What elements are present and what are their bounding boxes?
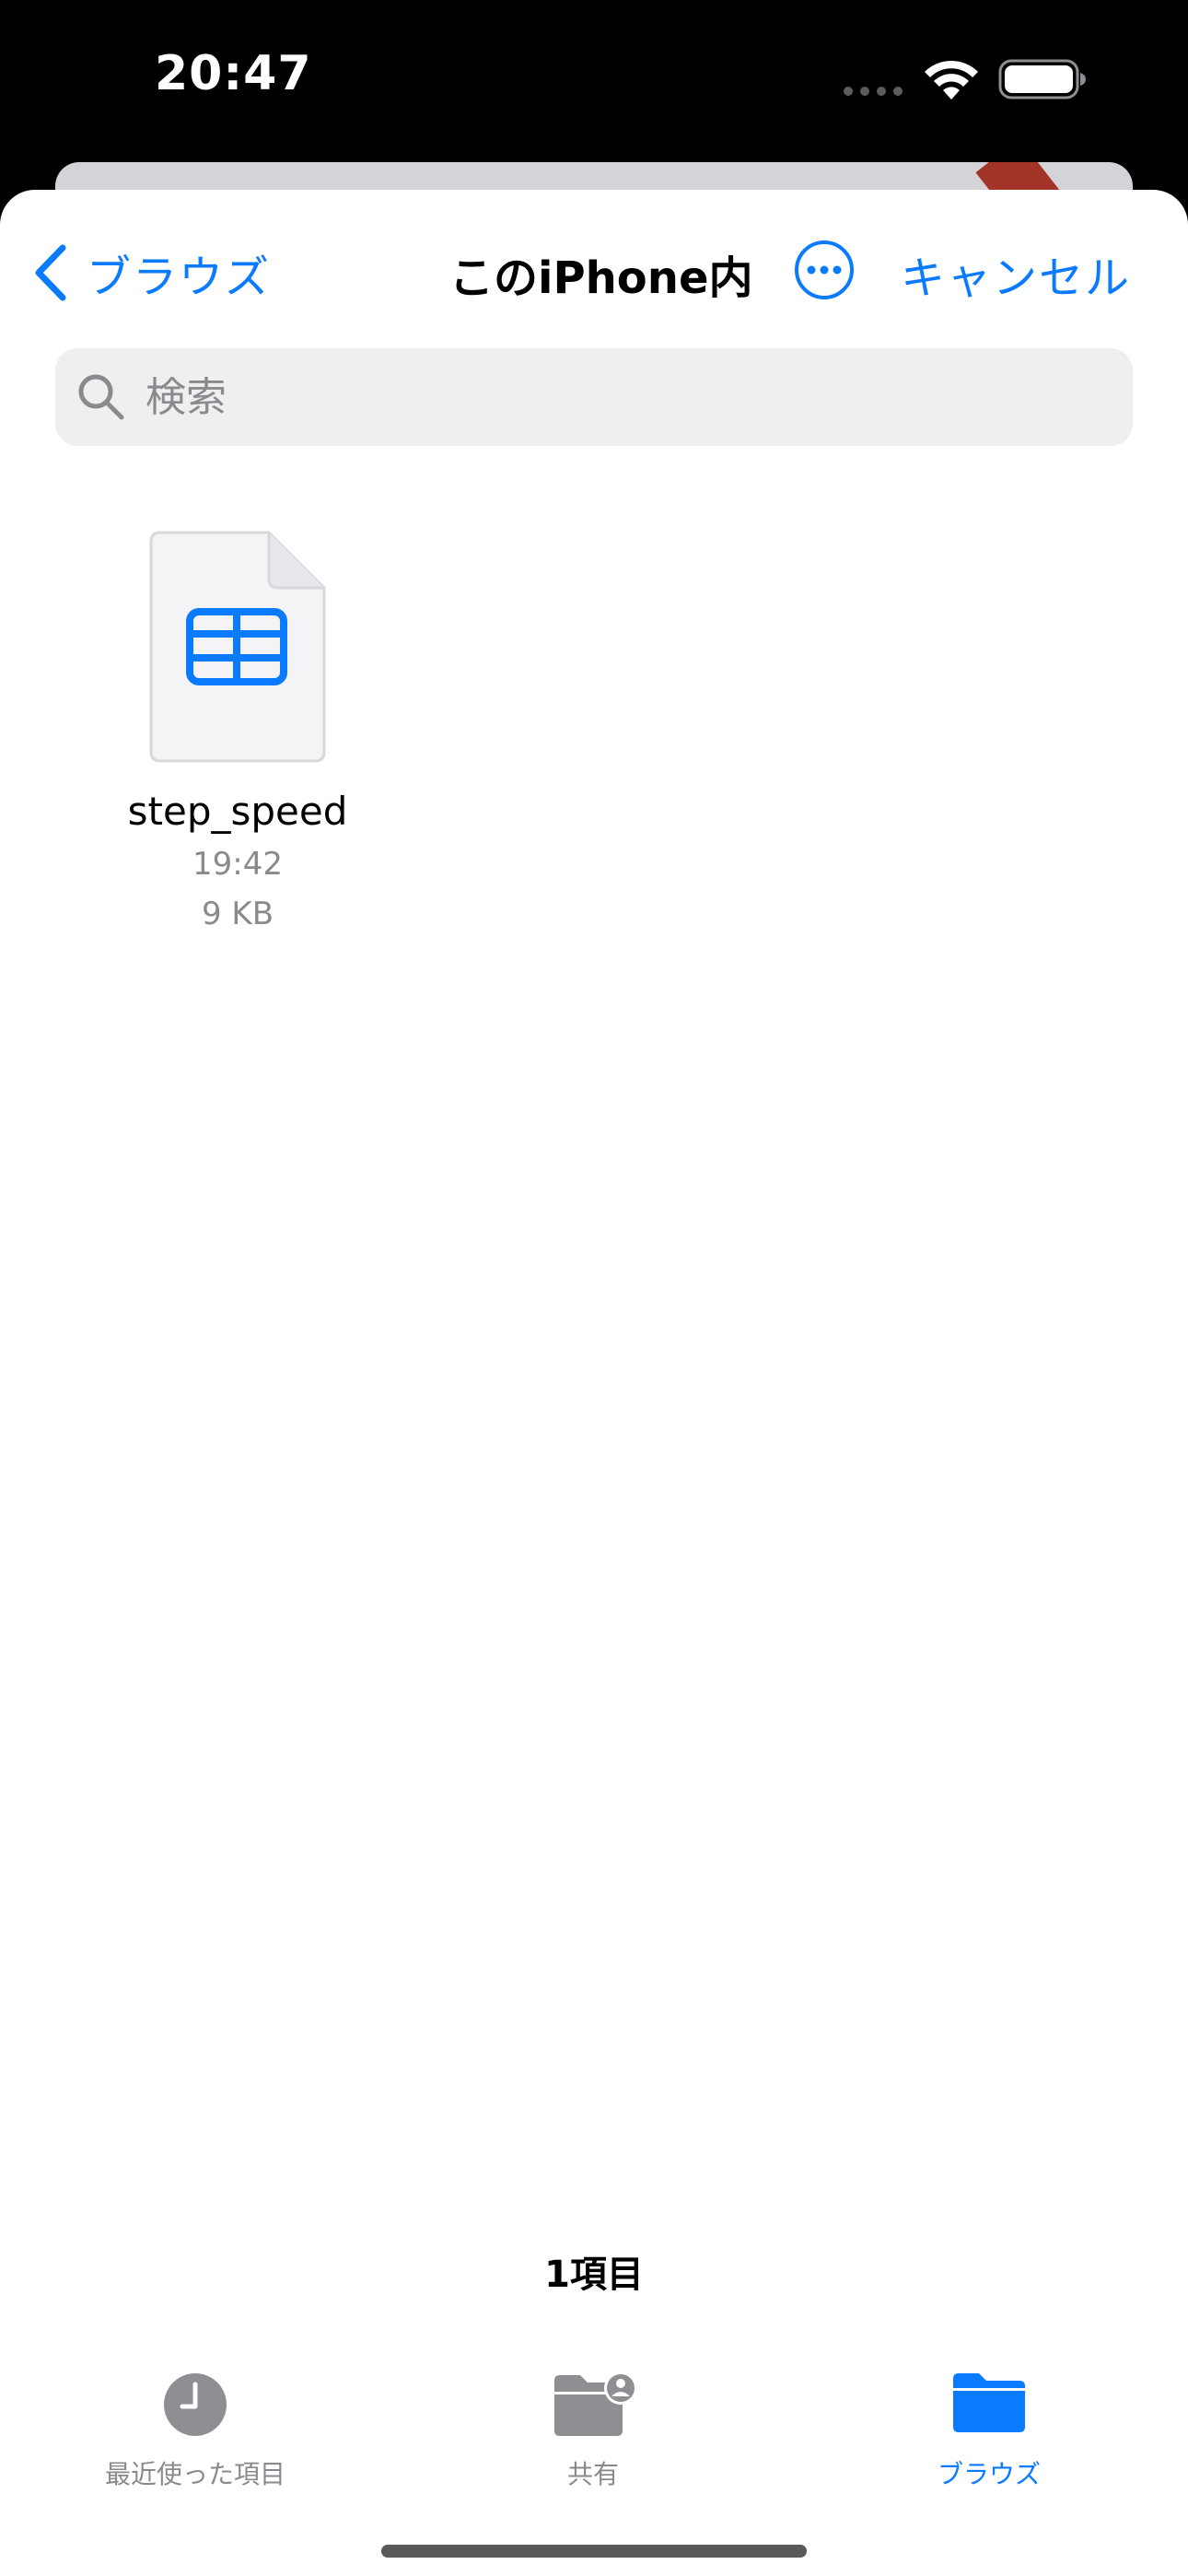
- home-indicator: [381, 2545, 807, 2558]
- tab-browse[interactable]: ブラウズ: [851, 2346, 1127, 2512]
- search-icon: [78, 374, 124, 420]
- page-title: このiPhone内: [449, 252, 753, 304]
- search-field[interactable]: [55, 348, 1133, 446]
- tab-recents-label: 最近使った項目: [104, 2459, 285, 2489]
- navigation-bar: ブラウズ このiPhone内 キャンセル: [0, 190, 1188, 346]
- tab-browse-label: ブラウズ: [937, 2459, 1041, 2489]
- status-time: 20:47: [155, 46, 312, 101]
- folder-icon: [953, 2373, 1025, 2432]
- status-bar: 20:47: [0, 0, 1188, 166]
- more-options-icon[interactable]: [794, 240, 855, 300]
- tab-recents[interactable]: 最近使った項目: [57, 2346, 333, 2512]
- back-button-label: ブラウズ: [87, 252, 272, 303]
- cancel-button[interactable]: キャンセル: [901, 241, 1131, 306]
- file-modified-time: 19:42: [192, 846, 283, 883]
- chevron-left-icon: [35, 244, 66, 301]
- wifi-icon: [925, 60, 978, 100]
- clock-icon: [164, 2373, 227, 2436]
- tab-bar: 最近使った項目 共有 ブラウズ: [0, 2346, 1188, 2512]
- file-name: step_speed: [127, 789, 348, 834]
- search-input[interactable]: [144, 372, 1068, 422]
- item-count: 1項目: [544, 2254, 644, 2296]
- spreadsheet-icon: [149, 531, 326, 763]
- back-button[interactable]: ブラウズ: [33, 236, 271, 310]
- shared-folder-icon: [554, 2371, 637, 2436]
- file-picker-sheet: ブラウズ このiPhone内 キャンセル 検索 step_speed 19:42…: [0, 190, 1188, 2576]
- battery-icon: [998, 59, 1086, 100]
- file-size: 9 KB: [201, 896, 274, 932]
- screen: 20:47 ブラウズ このiPhone内 キャンセル 検索 step_speed…: [0, 0, 1188, 2576]
- tab-shared-label: 共有: [566, 2459, 619, 2489]
- cellular-signal-icon: [844, 87, 903, 96]
- tab-shared[interactable]: 共有: [455, 2346, 731, 2512]
